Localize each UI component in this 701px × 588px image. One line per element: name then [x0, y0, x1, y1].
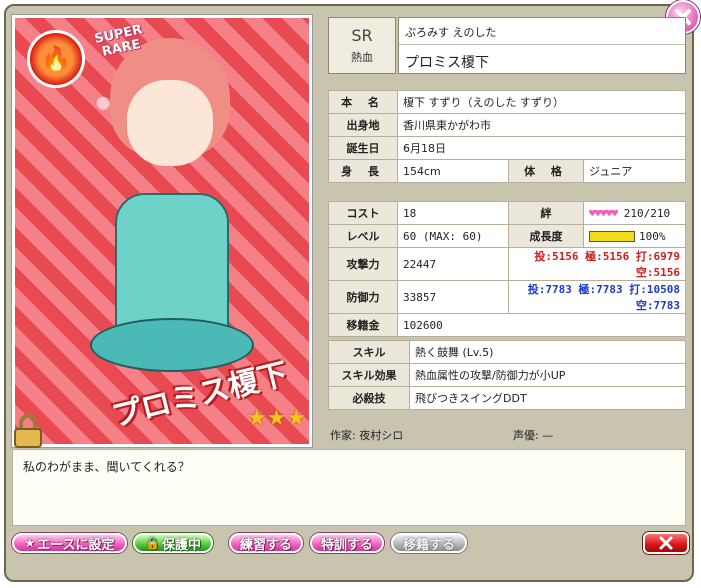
height-value: 154cm [397, 159, 509, 183]
practice-button[interactable]: 練習する [229, 533, 303, 553]
skill-value: 熱く鼓舞 (Lv.5) [409, 340, 686, 364]
name-box: ぷろみす えのした プロミス榎下 [398, 17, 686, 74]
character-face [127, 80, 213, 166]
attack-value: 22447 [397, 247, 509, 281]
table-row: 本 名 榎下 すずり（えのした すずり） [328, 90, 686, 114]
set-ace-label: エースに設定 [37, 537, 115, 553]
card-quote: 私のわがまま、聞いてくれる？ [12, 449, 686, 526]
close-card-button[interactable] [643, 532, 689, 554]
artist-credit: 作家: 夜村シロ [330, 429, 404, 442]
table-row: 移籍金 102600 [328, 313, 686, 337]
attribute-label: 熱血 [351, 51, 373, 64]
voice-credit: 声優: — [513, 429, 554, 442]
star-rating: ★★★★ [247, 406, 309, 431]
level-value: 60 (MAX: 60) [397, 224, 509, 248]
attack-label: 攻撃力 [328, 247, 398, 281]
defense-value: 33857 [397, 280, 509, 314]
table-row: 誕生日 6月18日 [328, 136, 686, 160]
table-row: コスト 18 絆 ♥♥♥♥♥ 210/210 [328, 201, 686, 225]
skill-effect-label: スキル効果 [328, 363, 410, 387]
close-icon [659, 536, 673, 550]
skills-table: スキル 熱く鼓舞 (Lv.5) スキル効果 熱血属性の攻撃/防御力が小UP 必殺… [328, 340, 686, 410]
birthday-value: 6月18日 [397, 136, 686, 160]
skill-label: スキル [328, 340, 410, 364]
birthplace-value: 香川県東かがわ市 [397, 113, 686, 137]
birthday-label: 誕生日 [328, 136, 398, 160]
card-illustration: 🔥 SUPER RARE プロミス榎下 ★★★★ [12, 15, 312, 447]
attack-breakdown: 投:5156 極:5156 打:6979 空:5156 [508, 247, 686, 281]
defense-breakdown: 投:7783 極:7783 打:10508 空:7783 [508, 280, 686, 314]
finisher-label: 必殺技 [328, 386, 410, 410]
quote-text: 私のわがまま、聞いてくれる？ [23, 460, 190, 474]
table-row: レベル 60 (MAX: 60) 成長度 100% [328, 224, 686, 248]
transfer-fee-value: 102600 [397, 313, 686, 337]
profile-table: 本 名 榎下 すずり（えのした すずり） 出身地 香川県東かがわ市 誕生日 6月… [328, 90, 686, 183]
build-label: 体 格 [508, 159, 584, 183]
table-row: スキル効果 熱血属性の攻撃/防御力が小UP [328, 363, 686, 387]
table-row: 必殺技 飛びつきスイングDDT [328, 386, 686, 410]
real-name-label: 本 名 [328, 90, 398, 114]
transfer-label: 移籍する [402, 537, 455, 553]
table-row: 身 長 154cm 体 格 ジュニア [328, 159, 686, 183]
rarity-label: SR [351, 26, 373, 45]
skill-effect-value: 熱血属性の攻撃/防御力が小UP [409, 363, 686, 387]
height-label: 身 長 [328, 159, 398, 183]
bond-label: 絆 [508, 201, 584, 225]
name-reading: ぷろみす えのした [405, 26, 497, 39]
bond-hearts: ♥♥♥♥♥ [589, 206, 618, 220]
real-name-value: 榎下 すずり（えのした すずり） [397, 90, 686, 114]
stats-table: コスト 18 絆 ♥♥♥♥♥ 210/210 レベル 60 (MAX: 60) … [328, 201, 686, 337]
practice-label: 練習する [239, 537, 292, 553]
rarity-box: SR 熱血 [328, 17, 396, 74]
name-divider [399, 44, 685, 45]
transfer-button[interactable]: 移籍する [391, 533, 467, 553]
bond-value: 210/210 [623, 206, 671, 220]
padlock-icon: 🔒 [145, 536, 160, 550]
growth-label: 成長度 [508, 224, 584, 248]
finisher-value: 飛びつきスイングDDT [409, 386, 686, 410]
table-row: スキル 熱く鼓舞 (Lv.5) [328, 340, 686, 364]
growth-value: 100% [639, 229, 666, 243]
special-training-button[interactable]: 特訓する [310, 533, 384, 553]
birthplace-label: 出身地 [328, 113, 398, 137]
defense-label: 防御力 [328, 280, 398, 314]
star-icon: ★ [24, 536, 36, 550]
protect-button[interactable]: 🔒 保護中 [133, 533, 213, 553]
table-row: 防御力 33857 投:7783 極:7783 打:10508 空:7783 [328, 280, 686, 314]
protect-label: 保護中 [161, 537, 201, 553]
name-full: プロミス榎下 [405, 55, 489, 71]
lock-body [14, 428, 42, 448]
special-training-label: 特訓する [320, 537, 373, 553]
lock-icon[interactable] [12, 414, 44, 450]
level-label: レベル [328, 224, 398, 248]
build-value: ジュニア [583, 159, 686, 183]
cost-label: コスト [328, 201, 398, 225]
table-row: 攻撃力 22447 投:5156 極:5156 打:6979 空:5156 [328, 247, 686, 281]
growth-progress-bar [589, 231, 635, 242]
transfer-fee-label: 移籍金 [328, 313, 398, 337]
set-ace-button[interactable]: ★ エースに設定 [12, 533, 127, 553]
cost-value: 18 [397, 201, 509, 225]
table-row: 出身地 香川県東かがわ市 [328, 113, 686, 137]
